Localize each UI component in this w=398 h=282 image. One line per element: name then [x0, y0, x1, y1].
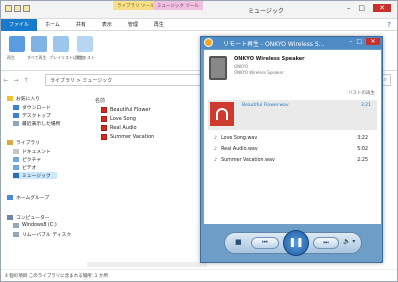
- list-item[interactable]: Love Song: [101, 116, 136, 122]
- pause-button[interactable]: ❚❚: [283, 230, 309, 256]
- maximize-icon[interactable]: □: [358, 4, 365, 12]
- music-note-icon: ♪: [214, 136, 218, 141]
- title-bar: ライブラリ ツール ミュージック ツール ミュージック – □ ✕: [1, 1, 397, 19]
- nav-desktop[interactable]: デスクトップ: [13, 112, 51, 119]
- navigation-pane: お気に入り ダウンロード デスクトップ 最近表示した場所 ライブラリ ドキュメン…: [3, 93, 85, 263]
- nav-drive-c[interactable]: Windows8 (C:): [13, 223, 57, 228]
- recent-icon: [13, 121, 19, 126]
- wav-file-icon: [101, 107, 107, 113]
- list-item[interactable]: Beautiful Flower: [101, 107, 151, 113]
- context-tab-library-tools[interactable]: ライブラリ ツール: [113, 1, 159, 10]
- context-tab-music-tools[interactable]: ミュージック ツール: [153, 1, 203, 10]
- maximize-icon[interactable]: □: [356, 38, 362, 45]
- close-icon[interactable]: ✕: [373, 4, 391, 12]
- playlist-button[interactable]: [77, 36, 93, 52]
- player-window-controls: – □ ✕: [349, 38, 380, 45]
- document-icon: [13, 149, 19, 154]
- removable-drive-icon: [13, 232, 19, 237]
- ribbon-label-play-all: すべて再生: [27, 55, 47, 60]
- album-art: [210, 102, 234, 126]
- list-item[interactable]: Real Audio: [101, 125, 137, 131]
- now-playing-title: Beautiful Flower.wav: [242, 103, 289, 108]
- device-name: ONKYO Wireless Speaker: [234, 56, 305, 62]
- device-model: ONKYO Wireless Speaker: [234, 70, 284, 75]
- tab-home[interactable]: ホーム: [37, 19, 68, 31]
- list-item[interactable]: ♪ Love Song.wav 3:22: [214, 136, 374, 141]
- desktop-icon: [13, 113, 19, 118]
- picture-icon: [13, 157, 19, 162]
- back-icon[interactable]: ←: [1, 77, 11, 84]
- nav-homegroup[interactable]: ホームグループ: [7, 194, 49, 201]
- up-icon[interactable]: ↑: [21, 77, 31, 84]
- horizontal-scrollbar[interactable]: [87, 262, 207, 267]
- list-item[interactable]: Summer Vacation: [101, 134, 154, 140]
- nav-computer[interactable]: コンピューター: [7, 214, 50, 221]
- nav-videos[interactable]: ビデオ: [13, 164, 36, 171]
- playback-controls: ■ ⏮ ❚❚ ⏭ 🔈 ▾: [204, 226, 381, 262]
- wav-file-icon: [101, 116, 107, 122]
- playlist-label: リストの再生: [348, 91, 375, 96]
- homegroup-icon: [7, 195, 13, 200]
- column-header-name[interactable]: 名前: [95, 97, 105, 104]
- list-item[interactable]: ♪ Real Audio.wav 5:02: [214, 147, 374, 152]
- remote-play-window: リモート再生 - ONKYO Wireless S... – □ ✕ ONKYO…: [200, 36, 383, 263]
- previous-button[interactable]: ⏮: [251, 237, 279, 249]
- ribbon-tabs: ファイル ホーム 共有 表示 管理 再生 ?: [1, 18, 397, 31]
- speaker-icon: [209, 56, 227, 80]
- drive-icon: [13, 223, 19, 228]
- music-icon: [13, 173, 19, 178]
- nav-pictures[interactable]: ピクチャ: [13, 156, 41, 163]
- headphones-icon: [216, 108, 228, 120]
- ribbon-label-play: 再生: [7, 55, 15, 60]
- status-bar: 4 個の項目 このライブラリに含まれる場所: 1 か所: [1, 269, 397, 281]
- ribbon-label-playlist: 再生リスト: [75, 55, 95, 60]
- device-manufacturer: ONKYO: [234, 64, 248, 69]
- tab-view[interactable]: 表示: [94, 19, 120, 31]
- stop-icon[interactable]: ■: [235, 238, 242, 246]
- close-icon[interactable]: ✕: [366, 38, 380, 45]
- minimize-icon[interactable]: –: [349, 38, 352, 45]
- play-ribbon-button[interactable]: [9, 36, 25, 52]
- star-icon: [7, 96, 13, 101]
- window-controls: – □ ✕: [347, 4, 391, 12]
- media-player-logo-icon: [204, 38, 213, 47]
- help-icon[interactable]: ?: [387, 21, 391, 29]
- tab-share[interactable]: 共有: [68, 19, 94, 31]
- now-playing-row[interactable]: Beautiful Flower.wav 3:21: [208, 100, 377, 130]
- video-icon: [13, 165, 19, 170]
- wav-file-icon: [101, 134, 107, 140]
- window-title: ミュージック: [248, 8, 284, 15]
- list-item[interactable]: ♪ Summer Vacation.wav 2:25: [214, 158, 374, 163]
- nav-downloads[interactable]: ダウンロード: [13, 104, 51, 111]
- nav-removable-disk[interactable]: リムーバブル ディスク: [13, 231, 71, 238]
- nav-libraries[interactable]: ライブラリ: [7, 139, 40, 146]
- quick-access-toolbar[interactable]: [5, 5, 30, 12]
- now-playing-duration: 3:21: [360, 103, 371, 108]
- music-note-icon: ♪: [214, 147, 218, 152]
- file-list: 名前 Beautiful Flower Love Song Real Audio…: [87, 93, 207, 173]
- player-body: ONKYO Wireless Speaker ONKYO ONKYO Wirel…: [204, 50, 381, 224]
- add-to-playlist-button[interactable]: [53, 36, 69, 52]
- download-icon: [13, 105, 19, 110]
- forward-icon[interactable]: →: [11, 77, 21, 84]
- nav-documents[interactable]: ドキュメント: [13, 148, 51, 155]
- tab-play[interactable]: 再生: [146, 19, 172, 31]
- nav-recent-places[interactable]: 最近表示した場所: [13, 120, 60, 127]
- player-title: リモート再生 - ONKYO Wireless S...: [223, 41, 325, 48]
- nav-favorites[interactable]: お気に入り: [7, 95, 40, 102]
- computer-icon: [7, 215, 13, 220]
- next-button[interactable]: ⏭: [313, 237, 339, 249]
- music-note-icon: ♪: [214, 158, 218, 163]
- minimize-icon[interactable]: –: [347, 4, 351, 12]
- play-all-button[interactable]: [31, 36, 47, 52]
- control-bar: ■ ⏮ ❚❚ ⏭ 🔈 ▾: [224, 230, 362, 256]
- nav-music[interactable]: ミュージック: [13, 172, 57, 179]
- tab-manage[interactable]: 管理: [120, 19, 146, 31]
- wav-file-icon: [101, 125, 107, 131]
- volume-icon[interactable]: 🔈 ▾: [343, 238, 355, 245]
- library-icon: [7, 140, 13, 145]
- tab-file[interactable]: ファイル: [1, 18, 38, 31]
- address-path[interactable]: ライブラリ > ミュージック: [45, 74, 205, 86]
